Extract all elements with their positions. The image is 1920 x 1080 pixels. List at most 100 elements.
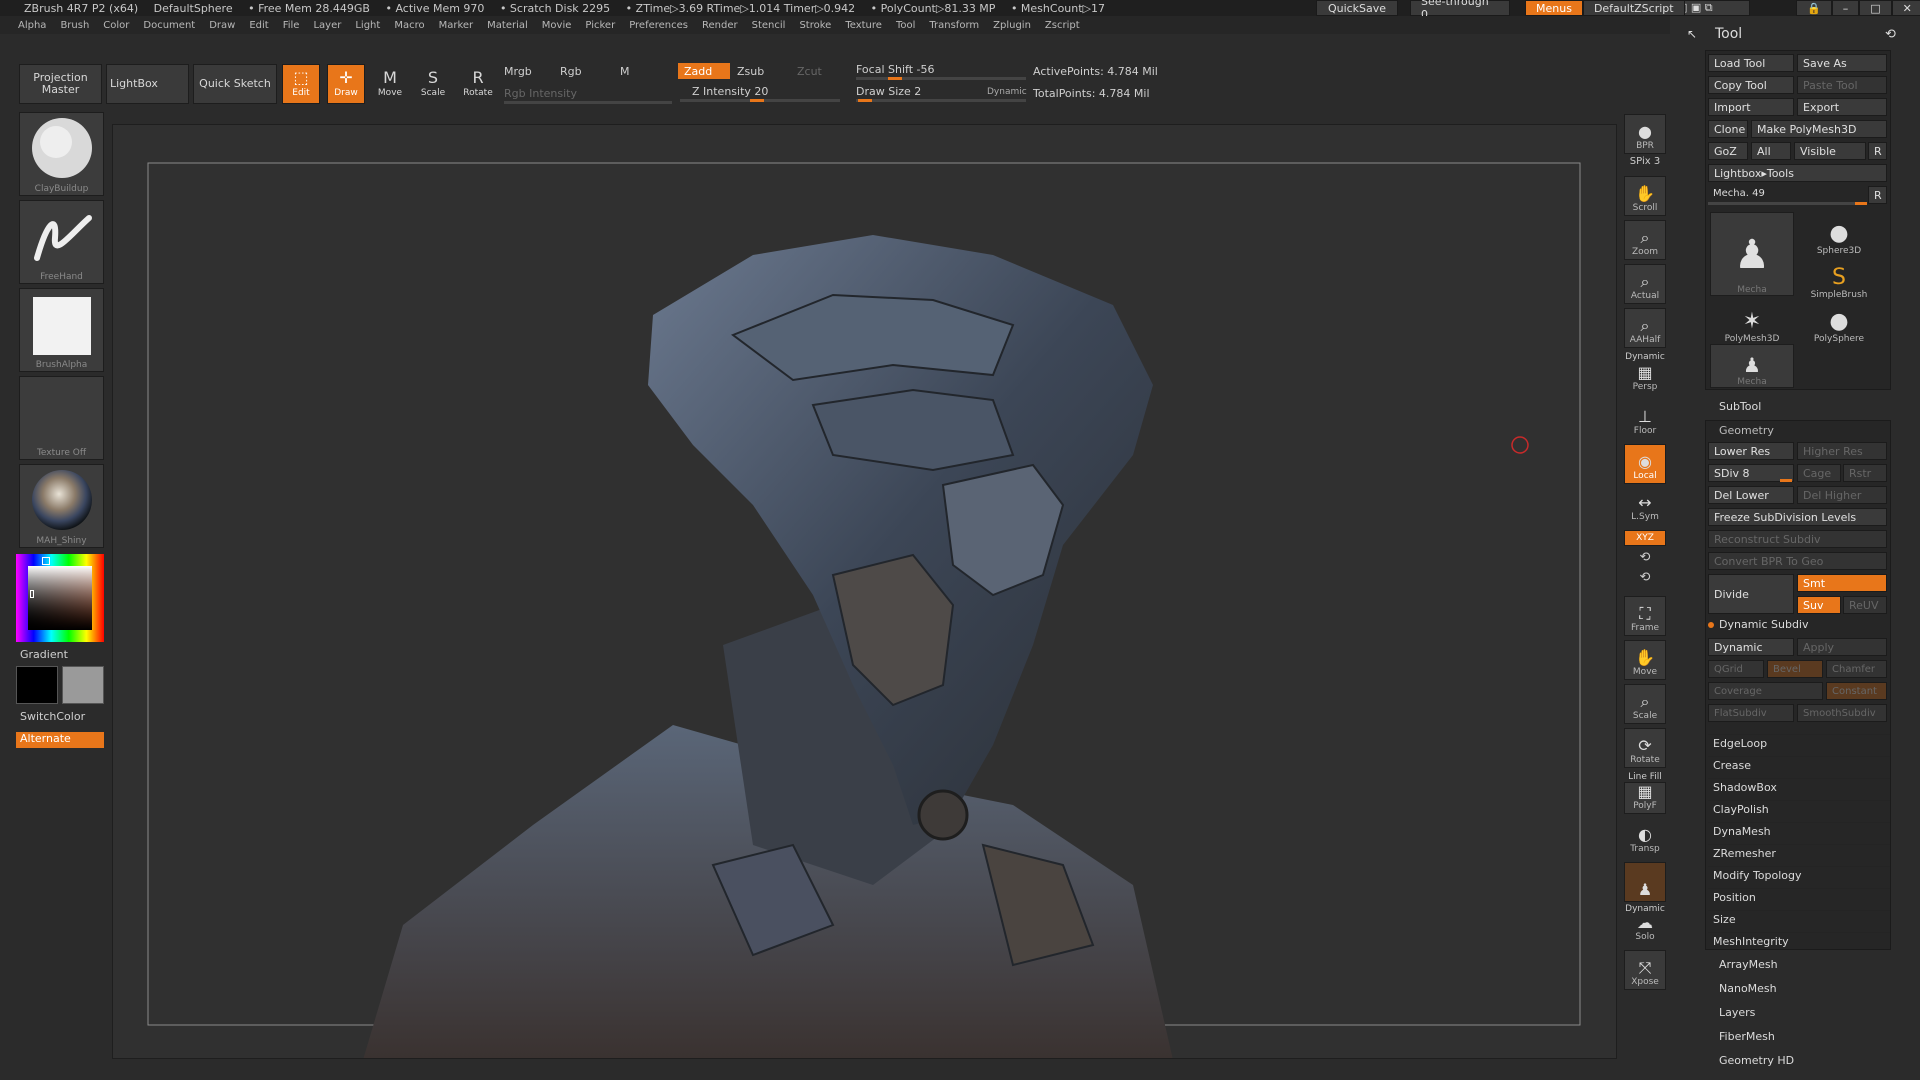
bpr-button[interactable]: ● BPR [1624,114,1666,154]
menu-material[interactable]: Material [487,20,528,31]
menu-brush[interactable]: Brush [60,20,89,31]
menu-render[interactable]: Render [702,20,738,31]
mecha-r-button[interactable]: R [1868,186,1887,204]
aahalf-button[interactable]: ⌕ AAHalf [1624,308,1666,348]
import-button[interactable]: Import [1708,98,1794,116]
reconstruct-subdiv-button[interactable]: Reconstruct Subdiv [1708,530,1887,548]
section-dynamesh[interactable]: DynaMesh [1708,822,1890,840]
color-marker[interactable] [30,590,34,598]
tool-thumb-mecha-2[interactable]: ♟ Mecha [1710,344,1794,388]
section-size[interactable]: Size [1708,910,1890,928]
quick-sketch-button[interactable]: Quick Sketch [193,64,277,104]
del-higher-button[interactable]: Del Higher [1797,486,1887,504]
menu-marker[interactable]: Marker [439,20,474,31]
rotate-view-button[interactable]: ⟳ Rotate [1624,728,1666,768]
goz-button[interactable]: GoZ [1708,142,1748,160]
secondary-color-swatch[interactable] [62,666,104,704]
section-fibermesh[interactable]: FiberMesh [1719,1030,1775,1043]
menu-picker[interactable]: Picker [585,20,615,31]
del-lower-button[interactable]: Del Lower [1708,486,1794,504]
menu-zscript[interactable]: Zscript [1045,20,1080,31]
save-as-button[interactable]: Save As [1797,54,1887,72]
section-geometry-hd[interactable]: Geometry HD [1719,1054,1794,1067]
menu-alpha[interactable]: Alpha [18,20,46,31]
polyf-button[interactable]: ▦ PolyF [1624,782,1666,814]
qgrid-slider[interactable]: QGrid [1708,660,1764,678]
mecha-slider-knob[interactable] [1855,202,1867,205]
goz-visible-button[interactable]: Visible [1794,142,1866,160]
menu-stroke[interactable]: Stroke [799,20,831,31]
section-zremesher[interactable]: ZRemesher [1708,844,1890,862]
draw-button[interactable]: ✛ Draw [327,64,365,104]
draw-size-slider[interactable]: Draw Size 2 [856,85,921,98]
mrgb-button[interactable]: Mrgb [504,65,532,78]
local-button[interactable]: ◉ Local [1624,444,1666,484]
section-shadowbox[interactable]: ShadowBox [1708,778,1890,796]
menu-file[interactable]: File [283,20,300,31]
menu-zplugin[interactable]: Zplugin [993,20,1031,31]
goz-r-button[interactable]: R [1868,142,1887,160]
lightbox-tools-button[interactable]: Lightbox▸Tools [1708,164,1887,182]
zsub-button[interactable]: Zsub [737,65,764,78]
menu-stencil[interactable]: Stencil [752,20,786,31]
paste-tool-button[interactable]: Paste Tool [1797,76,1887,94]
floor-button[interactable]: ⊥ Floor [1624,406,1666,438]
actual-button[interactable]: ⌕ Actual [1624,264,1666,304]
move-view-button[interactable]: ✋ Move [1624,640,1666,680]
menu-edit[interactable]: Edit [249,20,268,31]
flatsubdiv-slider[interactable]: FlatSubdiv [1708,704,1794,722]
solo-button[interactable]: ☁ Solo [1624,914,1666,944]
projection-master-button[interactable]: Projection Master [19,64,102,104]
divide-button[interactable]: Divide [1708,574,1794,614]
menu-tool[interactable]: Tool [896,20,915,31]
menu-texture[interactable]: Texture [845,20,882,31]
make-polymesh-button[interactable]: Make PolyMesh3D [1751,120,1887,138]
section-arraymesh[interactable]: ArrayMesh [1719,958,1778,971]
texture-selector[interactable]: Texture Off [19,376,104,460]
bevel-toggle[interactable]: Bevel [1767,660,1823,678]
lock-icon[interactable]: 🔒 [1796,0,1832,16]
tool-palette-header[interactable]: Tool ⟲ ↖ [1675,24,1920,44]
zcut-button[interactable]: Zcut [797,65,822,78]
menu-transform[interactable]: Transform [929,20,979,31]
xpose-button[interactable]: ⤧ Xpose [1624,950,1666,990]
draw-size-track[interactable] [856,99,1026,102]
section-nanomesh[interactable]: NanoMesh [1719,982,1777,995]
scale-button[interactable]: S Scale [414,64,452,104]
menus-toggle[interactable]: Menus [1525,0,1583,16]
dynamic-subdiv-section[interactable]: Dynamic Subdiv [1719,618,1809,631]
mecha-slider-label[interactable]: Mecha. 49 [1713,188,1765,199]
menu-macro[interactable]: Macro [394,20,424,31]
minimize-icon[interactable]: – [1831,0,1860,16]
zadd-button[interactable]: Zadd [678,63,730,79]
edit-button[interactable]: ⬚ Edit [282,64,320,104]
smoothsubdiv-slider[interactable]: SmoothSubdiv [1797,704,1887,722]
hue-marker[interactable] [42,557,50,565]
transp-button[interactable]: ◐ Transp [1624,822,1666,856]
section-claypolish[interactable]: ClayPolish [1708,800,1890,818]
section-crease[interactable]: Crease [1708,756,1890,774]
main-color-swatch[interactable] [16,666,58,704]
load-tool-button[interactable]: Load Tool [1708,54,1794,72]
menu-preferences[interactable]: Preferences [629,20,688,31]
menu-document[interactable]: Document [143,20,195,31]
export-button[interactable]: Export [1797,98,1887,116]
coverage-slider[interactable]: Coverage [1708,682,1823,700]
dynamic-subdiv-button[interactable]: Dynamic [1708,638,1794,656]
script-name[interactable]: DefaultZScript [1582,0,1685,16]
tool-thumb-polysphere[interactable]: ● PolySphere [1797,300,1881,344]
geometry-section[interactable]: Geometry [1719,424,1774,437]
section-layers[interactable]: Layers [1719,1006,1755,1019]
smt-toggle[interactable]: Smt [1797,574,1887,592]
z-intensity-knob[interactable] [750,99,764,102]
section-meshintegrity[interactable]: MeshIntegrity [1708,932,1890,950]
ghost-button[interactable]: ♟ [1624,862,1666,902]
rotate-button[interactable]: R Rotate [458,64,498,104]
cage-button[interactable]: Cage [1797,464,1841,482]
lower-res-button[interactable]: Lower Res [1708,442,1794,460]
material-selector[interactable]: MAH_Shiny [19,464,104,548]
maximize-icon[interactable]: □ [1859,0,1892,16]
rgb-intensity-track[interactable] [504,101,672,104]
gradient-label[interactable]: Gradient [20,648,68,661]
frame-button[interactable]: ⛶ Frame [1624,596,1666,636]
